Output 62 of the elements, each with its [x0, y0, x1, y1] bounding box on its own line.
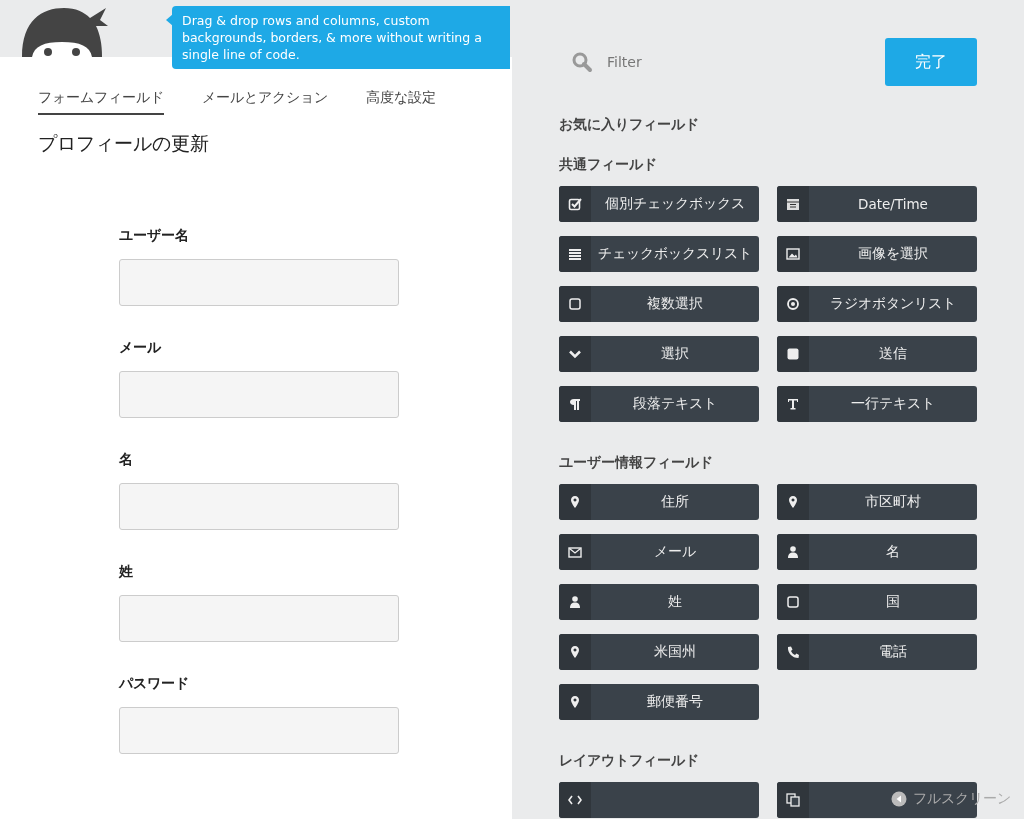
field-type-button[interactable]: 郵便番号	[559, 684, 759, 720]
map-pin-icon	[568, 645, 582, 659]
field-label: 名	[119, 451, 134, 469]
field-type-button[interactable]: メール	[559, 534, 759, 570]
tab[interactable]: メールとアクション	[202, 89, 328, 115]
radio-icon	[786, 297, 800, 311]
phone-icon	[786, 645, 800, 659]
field-type-button[interactable]: Date/Time	[777, 186, 977, 222]
calendar-icon	[786, 197, 800, 211]
field-label: メール	[119, 339, 162, 357]
field-label: ユーザー名	[119, 227, 190, 245]
field-type-button[interactable]: 名	[777, 534, 977, 570]
checkbox-icon	[568, 197, 582, 211]
person-icon	[568, 595, 582, 609]
field-type-button[interactable]	[559, 782, 759, 818]
map-pin-icon	[568, 695, 582, 709]
section-heading: レイアウトフィールド	[559, 752, 700, 770]
text-icon	[786, 397, 800, 411]
field-type-button[interactable]: 国	[777, 584, 977, 620]
input-field[interactable]	[119, 707, 399, 754]
field-type-button[interactable]: 送信	[777, 336, 977, 372]
field-type-button[interactable]: ラジオボタンリスト	[777, 286, 977, 322]
field-type-button[interactable]: 個別チェックボックス	[559, 186, 759, 222]
map-pin-icon	[568, 495, 582, 509]
field-type-button[interactable]: 住所	[559, 484, 759, 520]
field-type-button[interactable]: 一行テキスト	[777, 386, 977, 422]
person-icon	[786, 545, 800, 559]
input-field[interactable]	[119, 595, 399, 642]
map-pin-icon	[786, 495, 800, 509]
field-type-button[interactable]: 選択	[559, 336, 759, 372]
envelope-icon	[568, 545, 582, 559]
input-field[interactable]	[119, 371, 399, 418]
paragraph-icon	[568, 397, 582, 411]
section-heading: お気に入りフィールド	[559, 116, 700, 134]
field-type-button[interactable]: 電話	[777, 634, 977, 670]
tab[interactable]: フォームフィールド	[38, 89, 164, 115]
square-icon	[786, 347, 800, 361]
tab[interactable]: 高度な設定	[366, 89, 436, 115]
field-type-button[interactable]: 段落テキスト	[559, 386, 759, 422]
square-icon	[786, 595, 800, 609]
input-field[interactable]	[119, 259, 399, 306]
arrow-left-icon	[891, 791, 907, 807]
tooltip: Drag & drop rows and columns, custom backgrounds, borders, & more without writing a single line of code.	[172, 6, 510, 69]
field-type-button[interactable]: 市区町村	[777, 484, 977, 520]
image-icon	[786, 247, 800, 261]
list-icon	[568, 247, 582, 261]
field-type-button[interactable]: 複数選択	[559, 286, 759, 322]
section-heading: ユーザー情報フィールド	[559, 454, 714, 472]
form-title: プロフィールの更新	[38, 131, 210, 156]
field-type-button[interactable]: 画像を選択	[777, 236, 977, 272]
filter-field[interactable]: Filter	[605, 53, 809, 71]
field-type-button[interactable]: 米国州	[559, 634, 759, 670]
field-label: パスワード	[119, 675, 190, 693]
search-icon	[571, 51, 593, 73]
field-type-button[interactable]: 姓	[559, 584, 759, 620]
code-icon	[568, 793, 582, 807]
copy-icon	[786, 793, 800, 807]
field-type-button[interactable]: チェックボックスリスト	[559, 236, 759, 272]
field-label: 姓	[119, 563, 134, 581]
square-icon	[568, 297, 582, 311]
input-field[interactable]	[119, 483, 399, 530]
section-heading: 共通フィールド	[559, 156, 658, 174]
